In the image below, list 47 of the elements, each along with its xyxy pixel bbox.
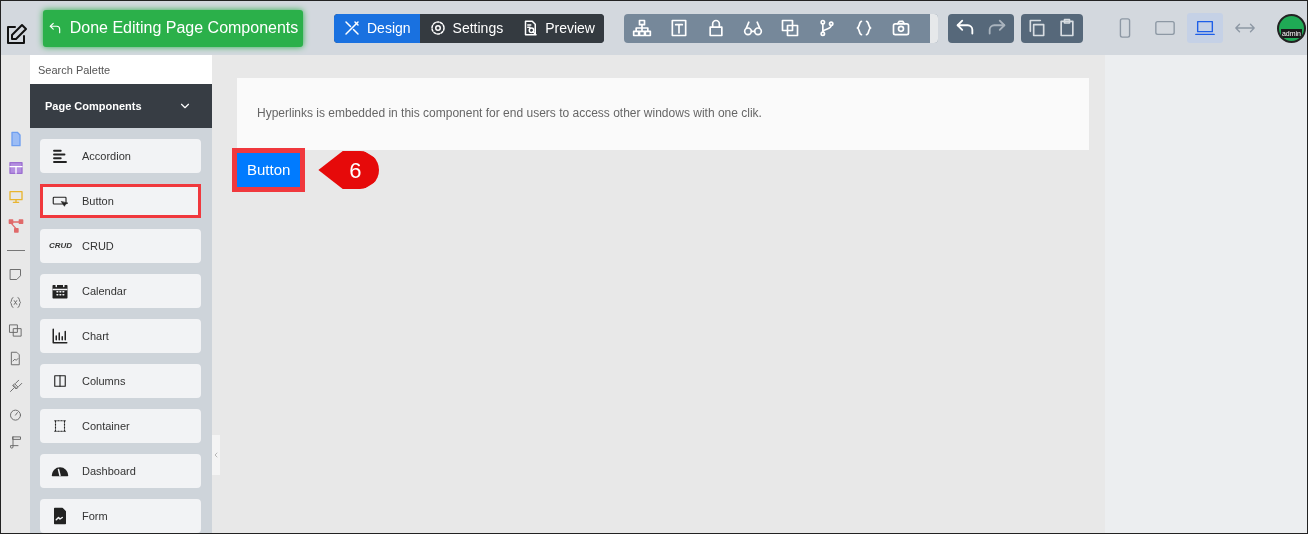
- palette-item[interactable]: CRUD CRUD: [40, 229, 201, 263]
- calendar-icon: [51, 282, 69, 300]
- variable-icon[interactable]: [8, 295, 23, 310]
- crud-icon: CRUD: [49, 240, 71, 252]
- columns-icon: [51, 372, 69, 390]
- plug-icon[interactable]: [8, 379, 23, 394]
- chevron-left-icon: [212, 451, 220, 459]
- form-icon: [51, 507, 69, 525]
- report-icon[interactable]: [8, 351, 23, 366]
- settings-icon: [428, 19, 447, 37]
- hyperlink-description: Hyperlinks is embedded in this component for end users to access other windows with one clik.: [257, 105, 762, 122]
- text-box-icon[interactable]: [669, 18, 689, 38]
- palette-item[interactable]: Accordion: [40, 139, 201, 173]
- note-icon[interactable]: [8, 267, 23, 282]
- palette-item[interactable]: Container: [40, 409, 201, 443]
- branch-icon[interactable]: [817, 18, 837, 38]
- palette-item[interactable]: Chart: [40, 319, 201, 353]
- text-component[interactable]: Hyperlinks is embedded in this component for end users to access other windows with one clik.: [237, 78, 1089, 150]
- paste-icon[interactable]: [1057, 18, 1077, 38]
- palette-item[interactable]: Columns: [40, 364, 201, 398]
- palette-item[interactable]: Form: [40, 499, 201, 533]
- button-component[interactable]: Button: [232, 148, 306, 192]
- copy-icon[interactable]: [1027, 18, 1047, 38]
- palette-item[interactable]: Dashboard: [40, 454, 201, 488]
- search-field[interactable]: Search Palette: [30, 55, 212, 84]
- flow-icon[interactable]: [7, 218, 24, 234]
- collapse-handle[interactable]: [212, 435, 220, 475]
- camera-icon[interactable]: [891, 18, 911, 38]
- lock-icon[interactable]: [706, 18, 726, 38]
- back-arrow-icon: [47, 21, 62, 35]
- palette-section-header[interactable]: Page Components: [30, 84, 212, 128]
- binoculars-icon[interactable]: [743, 18, 763, 38]
- braces-icon[interactable]: [854, 18, 874, 38]
- scroll-handle[interactable]: [930, 13, 938, 43]
- gauge-icon[interactable]: [8, 407, 23, 422]
- section-title: Page Components: [45, 98, 142, 114]
- mode-tab[interactable]: Design: [334, 13, 420, 43]
- chart-icon: [51, 327, 69, 345]
- palette-item[interactable]: Calendar: [40, 274, 201, 308]
- step-callout: 6: [318, 151, 380, 189]
- design-icon: [343, 19, 361, 37]
- edit-icon[interactable]: [4, 23, 28, 47]
- sitemap-icon[interactable]: [632, 18, 652, 38]
- palette-item[interactable]: Button: [40, 184, 201, 218]
- table-icon[interactable]: [7, 160, 24, 176]
- accordion-icon: [51, 147, 69, 165]
- device-laptop-button[interactable]: [1187, 13, 1223, 43]
